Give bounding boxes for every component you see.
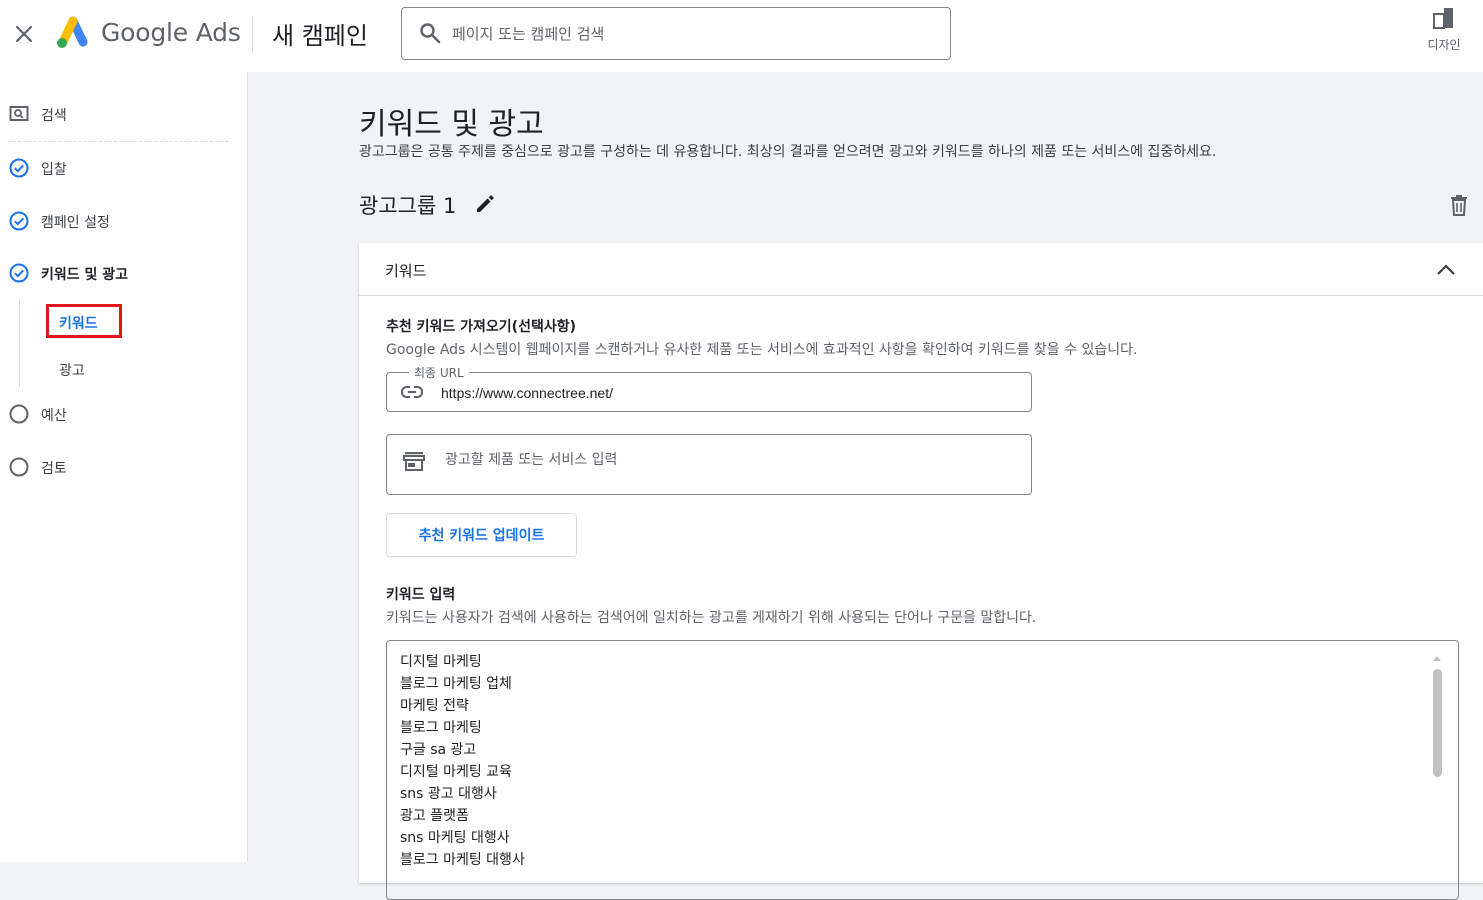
- page-title: 키워드 및 광고: [359, 107, 544, 142]
- final-url-label: 최종 URL: [409, 364, 469, 381]
- suggest-keywords-title: 추천 키워드 가져오기(선택사항): [386, 319, 576, 335]
- final-url-field[interactable]: 최종 URL: [386, 364, 1032, 412]
- link-icon: [401, 386, 423, 398]
- sidebar-item-label: 예산: [41, 408, 67, 424]
- main-content: 키워드 및 광고 광고그룹은 공통 주제를 중심으로 광고를 구성하는 데 유용…: [249, 72, 1483, 900]
- product-service-field[interactable]: [386, 434, 1032, 495]
- chevron-up-icon: [1437, 264, 1455, 275]
- google-ads-logo-icon: [57, 16, 88, 48]
- list-item: 블로그 마케팅: [400, 720, 482, 736]
- keyword-list: 디지털 마케팅 블로그 마케팅 업체 마케팅 전략 블로그 마케팅 구글 sa …: [400, 651, 525, 871]
- sidebar-item-review[interactable]: 검토: [0, 451, 240, 483]
- keyword-input-title: 키워드 입력: [386, 587, 456, 603]
- header-divider: [252, 16, 253, 52]
- sub-nav-line: [19, 300, 20, 387]
- update-keywords-button[interactable]: 추천 키워드 업데이트: [386, 513, 577, 557]
- check-circle-icon: [9, 158, 29, 178]
- sidebar-subitem-keywords[interactable]: 키워드: [46, 304, 122, 338]
- empty-circle-icon: [9, 404, 29, 424]
- pencil-icon[interactable]: [474, 193, 496, 215]
- sidebar-item-bidding[interactable]: 입찰: [0, 152, 240, 184]
- list-item: 광고 플랫폼: [400, 808, 469, 824]
- sidebar-item-keywords-ads[interactable]: 키워드 및 광고: [0, 257, 240, 289]
- card-header-label: 키워드: [385, 262, 427, 280]
- final-url-input[interactable]: [439, 383, 1009, 403]
- sidebar-item-label: 검색: [41, 108, 67, 124]
- sidebar-item-label: 검토: [41, 461, 67, 477]
- design-label: 디자인: [1427, 38, 1461, 52]
- list-item: 마케팅 전략: [400, 698, 469, 714]
- store-icon: [403, 452, 425, 471]
- ad-group-title: 광고그룹 1: [359, 194, 457, 218]
- top-header: Google Ads 새 캠페인 디자인: [0, 0, 1483, 72]
- scroll-up-arrow-icon[interactable]: [1432, 654, 1442, 662]
- list-item: 디지털 마케팅 교육: [400, 764, 512, 780]
- suggest-keywords-description: Google Ads 시스템이 웹페이지를 스캔하거나 유사한 제품 또는 서비…: [386, 342, 1138, 358]
- scrollbar-thumb[interactable]: [1433, 669, 1442, 777]
- empty-circle-icon: [9, 457, 29, 477]
- sidebar-item-label: 캠페인 설정: [41, 215, 110, 231]
- brand-name: Google Ads: [101, 18, 241, 47]
- sidebar-item-search[interactable]: 검색: [0, 98, 240, 130]
- keywords-textarea[interactable]: 디지털 마케팅 블로그 마케팅 업체 마케팅 전략 블로그 마케팅 구글 sa …: [386, 640, 1459, 900]
- sidebar: 검색 입찰 캠페인 설정 키워드 및 광고 키워드 광고 예산 검토: [0, 72, 248, 862]
- sidebar-item-budget[interactable]: 예산: [0, 398, 240, 430]
- check-circle-icon: [9, 211, 29, 231]
- campaign-title: 새 캠페인: [272, 22, 368, 50]
- search-box[interactable]: [401, 7, 951, 60]
- sidebar-item-campaign-settings[interactable]: 캠페인 설정: [0, 205, 240, 237]
- design-icon: [1433, 8, 1453, 29]
- design-button[interactable]: 디자인: [1418, 6, 1470, 56]
- close-icon: [15, 25, 33, 43]
- search-input[interactable]: [450, 22, 930, 46]
- sidebar-subitem-ads[interactable]: 광고: [46, 354, 106, 388]
- close-button[interactable]: [10, 20, 38, 48]
- list-item: 블로그 마케팅 업체: [400, 676, 512, 692]
- trash-icon[interactable]: [1449, 194, 1469, 216]
- list-item: 구글 sa 광고: [400, 742, 477, 758]
- keyword-input-description: 키워드는 사용자가 검색에 사용하는 검색어에 일치하는 광고를 게재하기 위해…: [386, 610, 1037, 626]
- list-item: sns 광고 대행사: [400, 786, 497, 802]
- list-item: 디지털 마케팅: [400, 654, 482, 670]
- sidebar-divider: [8, 141, 228, 142]
- sidebar-item-label: 입찰: [41, 162, 67, 178]
- keywords-card: 키워드 추천 키워드 가져오기(선택사항) Google Ads 시스템이 웹페…: [359, 243, 1483, 900]
- search-page-icon: [9, 106, 29, 121]
- sidebar-item-label: 키워드 및 광고: [41, 267, 129, 283]
- search-icon: [420, 23, 441, 44]
- list-item: 블로그 마케팅 대행사: [400, 852, 525, 868]
- keywords-card-header[interactable]: 키워드: [359, 243, 1483, 296]
- list-item: sns 마케팅 대행사: [400, 830, 510, 846]
- check-circle-icon: [9, 263, 29, 283]
- product-service-input[interactable]: [443, 450, 1003, 470]
- page-description: 광고그룹은 공통 주제를 중심으로 광고를 구성하는 데 유용합니다. 최상의 …: [359, 144, 1217, 160]
